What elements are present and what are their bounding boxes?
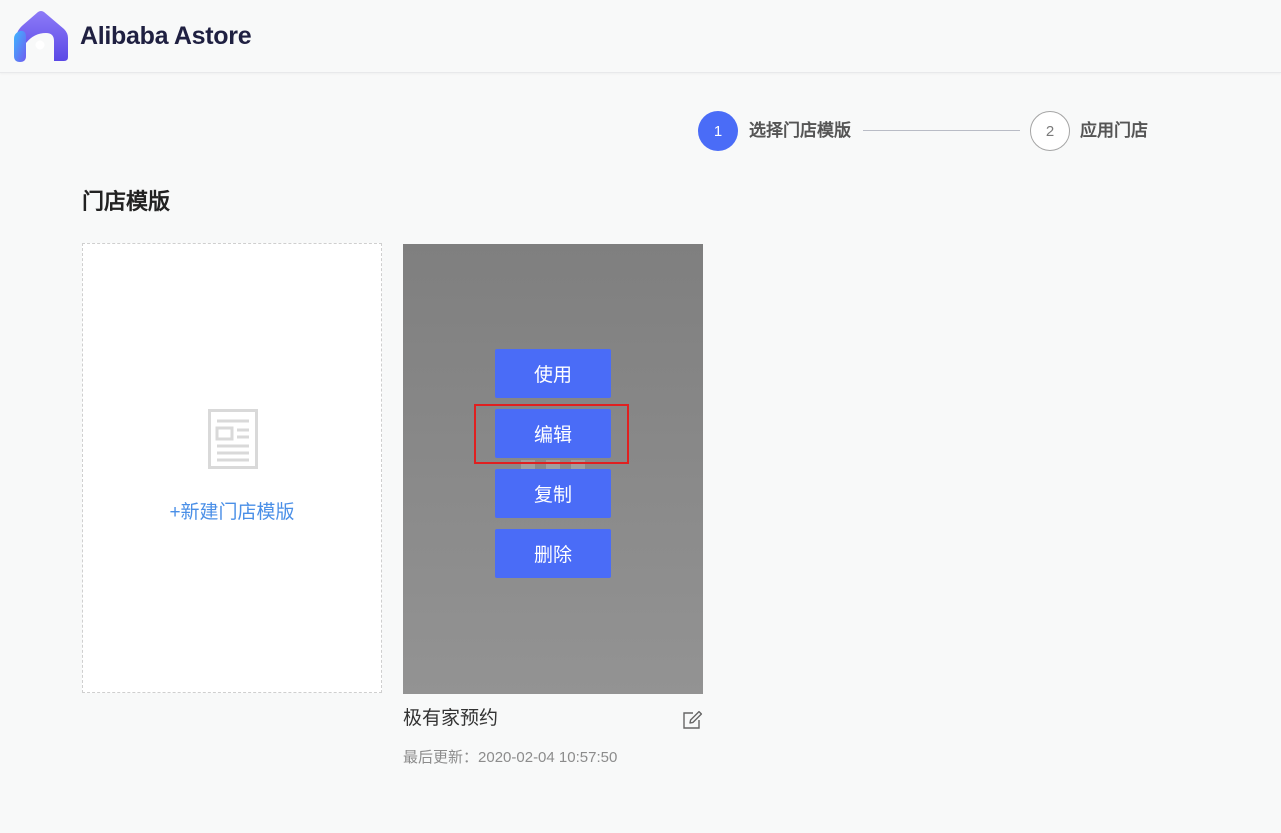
- step-2-indicator: 2: [1030, 111, 1070, 151]
- brand-name: Alibaba Astore: [80, 21, 252, 50]
- edit-button[interactable]: 编辑: [495, 409, 611, 458]
- copy-button[interactable]: 复制: [495, 469, 611, 518]
- step-2-label: 应用门店: [1080, 121, 1148, 140]
- brand-logo[interactable]: Alibaba Astore: [12, 9, 252, 63]
- use-button[interactable]: 使用: [495, 349, 611, 398]
- document-icon: [208, 409, 258, 469]
- section-title: 门店模版: [82, 189, 171, 214]
- template-name: 极有家预约: [403, 708, 499, 729]
- delete-button[interactable]: 删除: [495, 529, 611, 578]
- new-template-card[interactable]: +新建门店模版: [82, 243, 382, 693]
- template-updated-time: 最后更新：2020-02-04 10:57:50: [403, 749, 617, 767]
- updated-value: 2020-02-04 10:57:50: [478, 749, 618, 766]
- step-1-indicator: 1: [698, 111, 738, 151]
- updated-label: 最后更新：: [403, 749, 479, 766]
- step-1-label: 选择门店模版: [749, 121, 851, 140]
- app-header: Alibaba Astore: [0, 0, 1281, 73]
- alibaba-astore-logo-icon: [14, 11, 68, 62]
- edit-name-icon[interactable]: [681, 709, 703, 731]
- template-card[interactable]: 使用 编辑 复制 删除: [403, 244, 703, 694]
- new-template-link[interactable]: +新建门店模版: [83, 502, 381, 524]
- step-connector: [863, 130, 1020, 131]
